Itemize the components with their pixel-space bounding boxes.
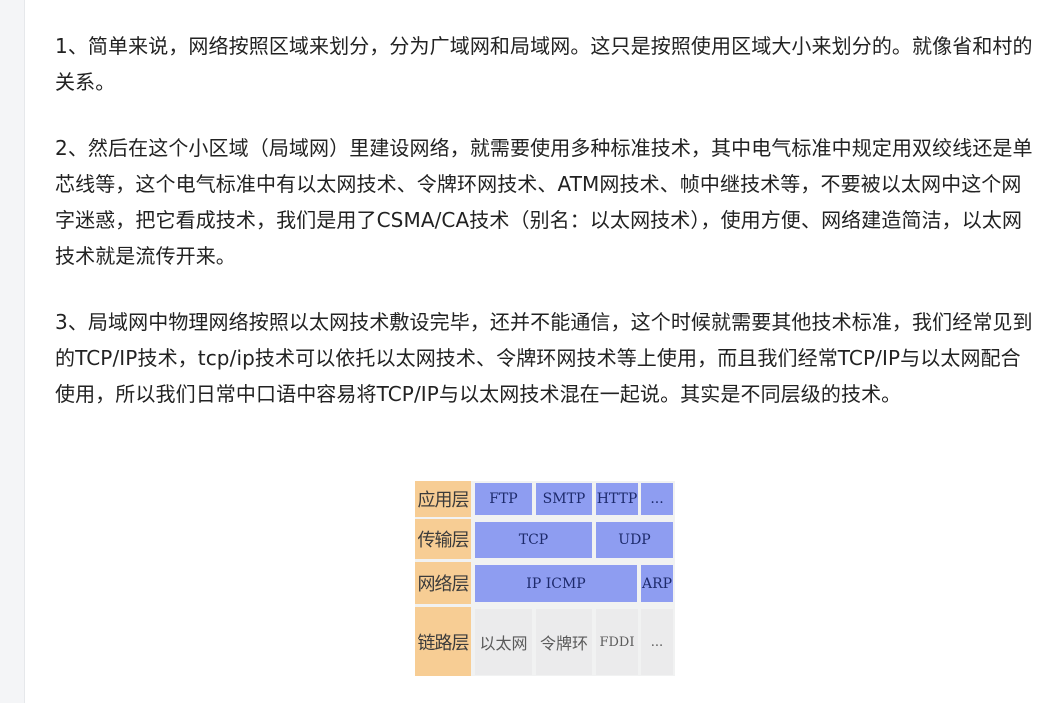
paragraph-3: 3、局域网中物理网络按照以太网技术敷设完毕，还并不能通信，这个时候就需要其他技术…	[55, 310, 1033, 406]
link-ellipsis: ...	[641, 609, 673, 675]
link-fddi: FDDI	[596, 609, 638, 675]
link-ethernet: 以太网	[475, 609, 532, 675]
layer-network: 网络层	[415, 562, 471, 604]
protocol-tcp: TCP	[475, 522, 592, 558]
protocol-ip-icmp: IP ICMP	[475, 565, 637, 602]
left-rail	[0, 0, 25, 703]
layer-link: 链路层	[415, 607, 471, 676]
layer-transport: 传输层	[415, 519, 471, 559]
article-body: 1、简单来说，网络按照区域来划分，分为广域网和局域网。这只是按照使用区域大小来划…	[55, 28, 1040, 442]
link-token-ring: 令牌环	[536, 609, 592, 675]
protocol-http: HTTP	[596, 483, 638, 515]
paragraph-2: 2、然后在这个小区域（局域网）里建设网络，就需要使用多种标准技术，其中电气标准中…	[55, 136, 1033, 268]
protocol-smtp: SMTP	[536, 483, 592, 515]
protocol-udp: UDP	[596, 522, 673, 558]
protocol-arp: ARP	[641, 565, 673, 602]
protocol-ftp: FTP	[475, 483, 532, 515]
paragraph-1: 1、简单来说，网络按照区域来划分，分为广域网和局域网。这只是按照使用区域大小来划…	[55, 34, 1033, 94]
protocol-ellipsis: ...	[641, 483, 673, 515]
layer-application: 应用层	[415, 481, 471, 517]
tcpip-layer-diagram: 应用层 传输层 网络层 链路层 FTP SMTP HTTP ... TCP UD…	[415, 481, 675, 676]
